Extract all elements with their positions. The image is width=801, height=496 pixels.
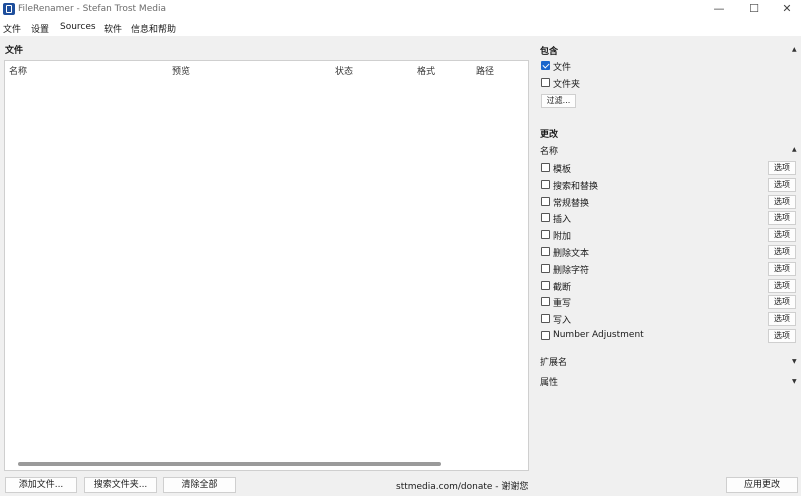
change-option-label: 写入 bbox=[553, 316, 572, 326]
name-subsection-title: 名称 bbox=[540, 147, 559, 157]
menu-software[interactable]: 软件 bbox=[104, 22, 122, 35]
minimize-icon[interactable]: — bbox=[702, 0, 736, 20]
change-option-settings-button[interactable]: 选项 bbox=[768, 262, 796, 276]
attributes-subsection-title: 属性 bbox=[540, 378, 559, 388]
menu-sources[interactable]: Sources bbox=[60, 22, 96, 32]
horizontal-scrollbar[interactable] bbox=[18, 462, 441, 466]
menu-info-help[interactable]: 信息和帮助 bbox=[131, 22, 176, 35]
change-option-label: 删除字符 bbox=[553, 266, 590, 276]
include-folders-checkbox[interactable] bbox=[541, 78, 550, 87]
maximize-icon[interactable]: ☐ bbox=[737, 0, 771, 20]
apply-changes-button[interactable]: 应用更改 bbox=[726, 477, 798, 493]
change-option-checkbox[interactable] bbox=[541, 281, 550, 290]
clear-all-button[interactable]: 清除全部 bbox=[163, 477, 236, 493]
change-option-checkbox[interactable] bbox=[541, 264, 550, 273]
menu-bar: 文件 设置 Sources 软件 信息和帮助 bbox=[0, 20, 801, 36]
include-files-checkbox[interactable] bbox=[541, 61, 550, 70]
change-option-settings-button[interactable]: 选项 bbox=[768, 329, 796, 343]
menu-file[interactable]: 文件 bbox=[3, 22, 21, 35]
include-section-title: 包含 bbox=[540, 47, 559, 57]
column-header-preview[interactable]: 预览 bbox=[172, 64, 190, 77]
change-option-settings-button[interactable]: 选项 bbox=[768, 195, 796, 209]
collapse-caret-icon[interactable]: ▲ bbox=[792, 46, 797, 53]
column-header-status[interactable]: 状态 bbox=[335, 64, 353, 77]
column-header-name[interactable]: 名称 bbox=[9, 64, 27, 77]
change-option-label: 常规替换 bbox=[553, 199, 590, 209]
menu-settings[interactable]: 设置 bbox=[31, 22, 49, 35]
change-option-label: 截断 bbox=[553, 283, 572, 293]
name-collapse-caret-icon[interactable]: ▲ bbox=[792, 146, 797, 153]
app-logo-icon bbox=[3, 3, 15, 15]
extension-subsection-title: 扩展名 bbox=[540, 358, 568, 368]
attributes-expand-caret-icon[interactable]: ▼ bbox=[792, 378, 797, 385]
change-option-label: 模板 bbox=[553, 165, 572, 175]
close-icon[interactable]: ✕ bbox=[770, 0, 801, 20]
change-option-label: Number Adjustment bbox=[553, 330, 644, 340]
window-title: FileRenamer - Stefan Trost Media bbox=[18, 4, 166, 14]
change-option-checkbox[interactable] bbox=[541, 163, 550, 172]
change-option-settings-button[interactable]: 选项 bbox=[768, 228, 796, 242]
change-option-label: 附加 bbox=[553, 232, 572, 242]
change-option-checkbox[interactable] bbox=[541, 197, 550, 206]
change-option-checkbox[interactable] bbox=[541, 314, 550, 323]
search-folder-button[interactable]: 搜索文件夹... bbox=[84, 477, 157, 493]
changes-section-title: 更改 bbox=[540, 130, 559, 140]
change-option-checkbox[interactable] bbox=[541, 213, 550, 222]
title-bar: FileRenamer - Stefan Trost Media — ☐ ✕ bbox=[0, 0, 801, 20]
change-option-settings-button[interactable]: 选项 bbox=[768, 161, 796, 175]
change-option-checkbox[interactable] bbox=[541, 230, 550, 239]
change-option-checkbox[interactable] bbox=[541, 297, 550, 306]
add-files-button[interactable]: 添加文件... bbox=[5, 477, 77, 493]
change-option-settings-button[interactable]: 选项 bbox=[768, 279, 796, 293]
file-list[interactable]: 名称 预览 状态 格式 路径 bbox=[4, 60, 529, 471]
change-option-settings-button[interactable]: 选项 bbox=[768, 295, 796, 309]
change-option-label: 插入 bbox=[553, 215, 572, 225]
change-option-settings-button[interactable]: 选项 bbox=[768, 245, 796, 259]
change-option-settings-button[interactable]: 选项 bbox=[768, 211, 796, 225]
change-option-checkbox[interactable] bbox=[541, 247, 550, 256]
change-option-checkbox[interactable] bbox=[541, 331, 550, 340]
donate-link[interactable]: sttmedia.com/donate - 谢谢您 bbox=[396, 479, 528, 492]
change-option-label: 重写 bbox=[553, 299, 572, 309]
include-files-label: 文件 bbox=[553, 63, 572, 73]
extension-expand-caret-icon[interactable]: ▼ bbox=[792, 358, 797, 365]
column-header-format[interactable]: 格式 bbox=[417, 64, 435, 77]
change-option-settings-button[interactable]: 选项 bbox=[768, 312, 796, 326]
change-option-checkbox[interactable] bbox=[541, 180, 550, 189]
change-option-label: 删除文本 bbox=[553, 249, 590, 259]
filter-button[interactable]: 过滤... bbox=[541, 94, 576, 108]
include-folders-label: 文件夹 bbox=[553, 80, 581, 90]
change-option-label: 搜索和替换 bbox=[553, 182, 599, 192]
column-header-path[interactable]: 路径 bbox=[476, 64, 494, 77]
files-section-title: 文件 bbox=[5, 46, 24, 56]
change-option-settings-button[interactable]: 选项 bbox=[768, 178, 796, 192]
